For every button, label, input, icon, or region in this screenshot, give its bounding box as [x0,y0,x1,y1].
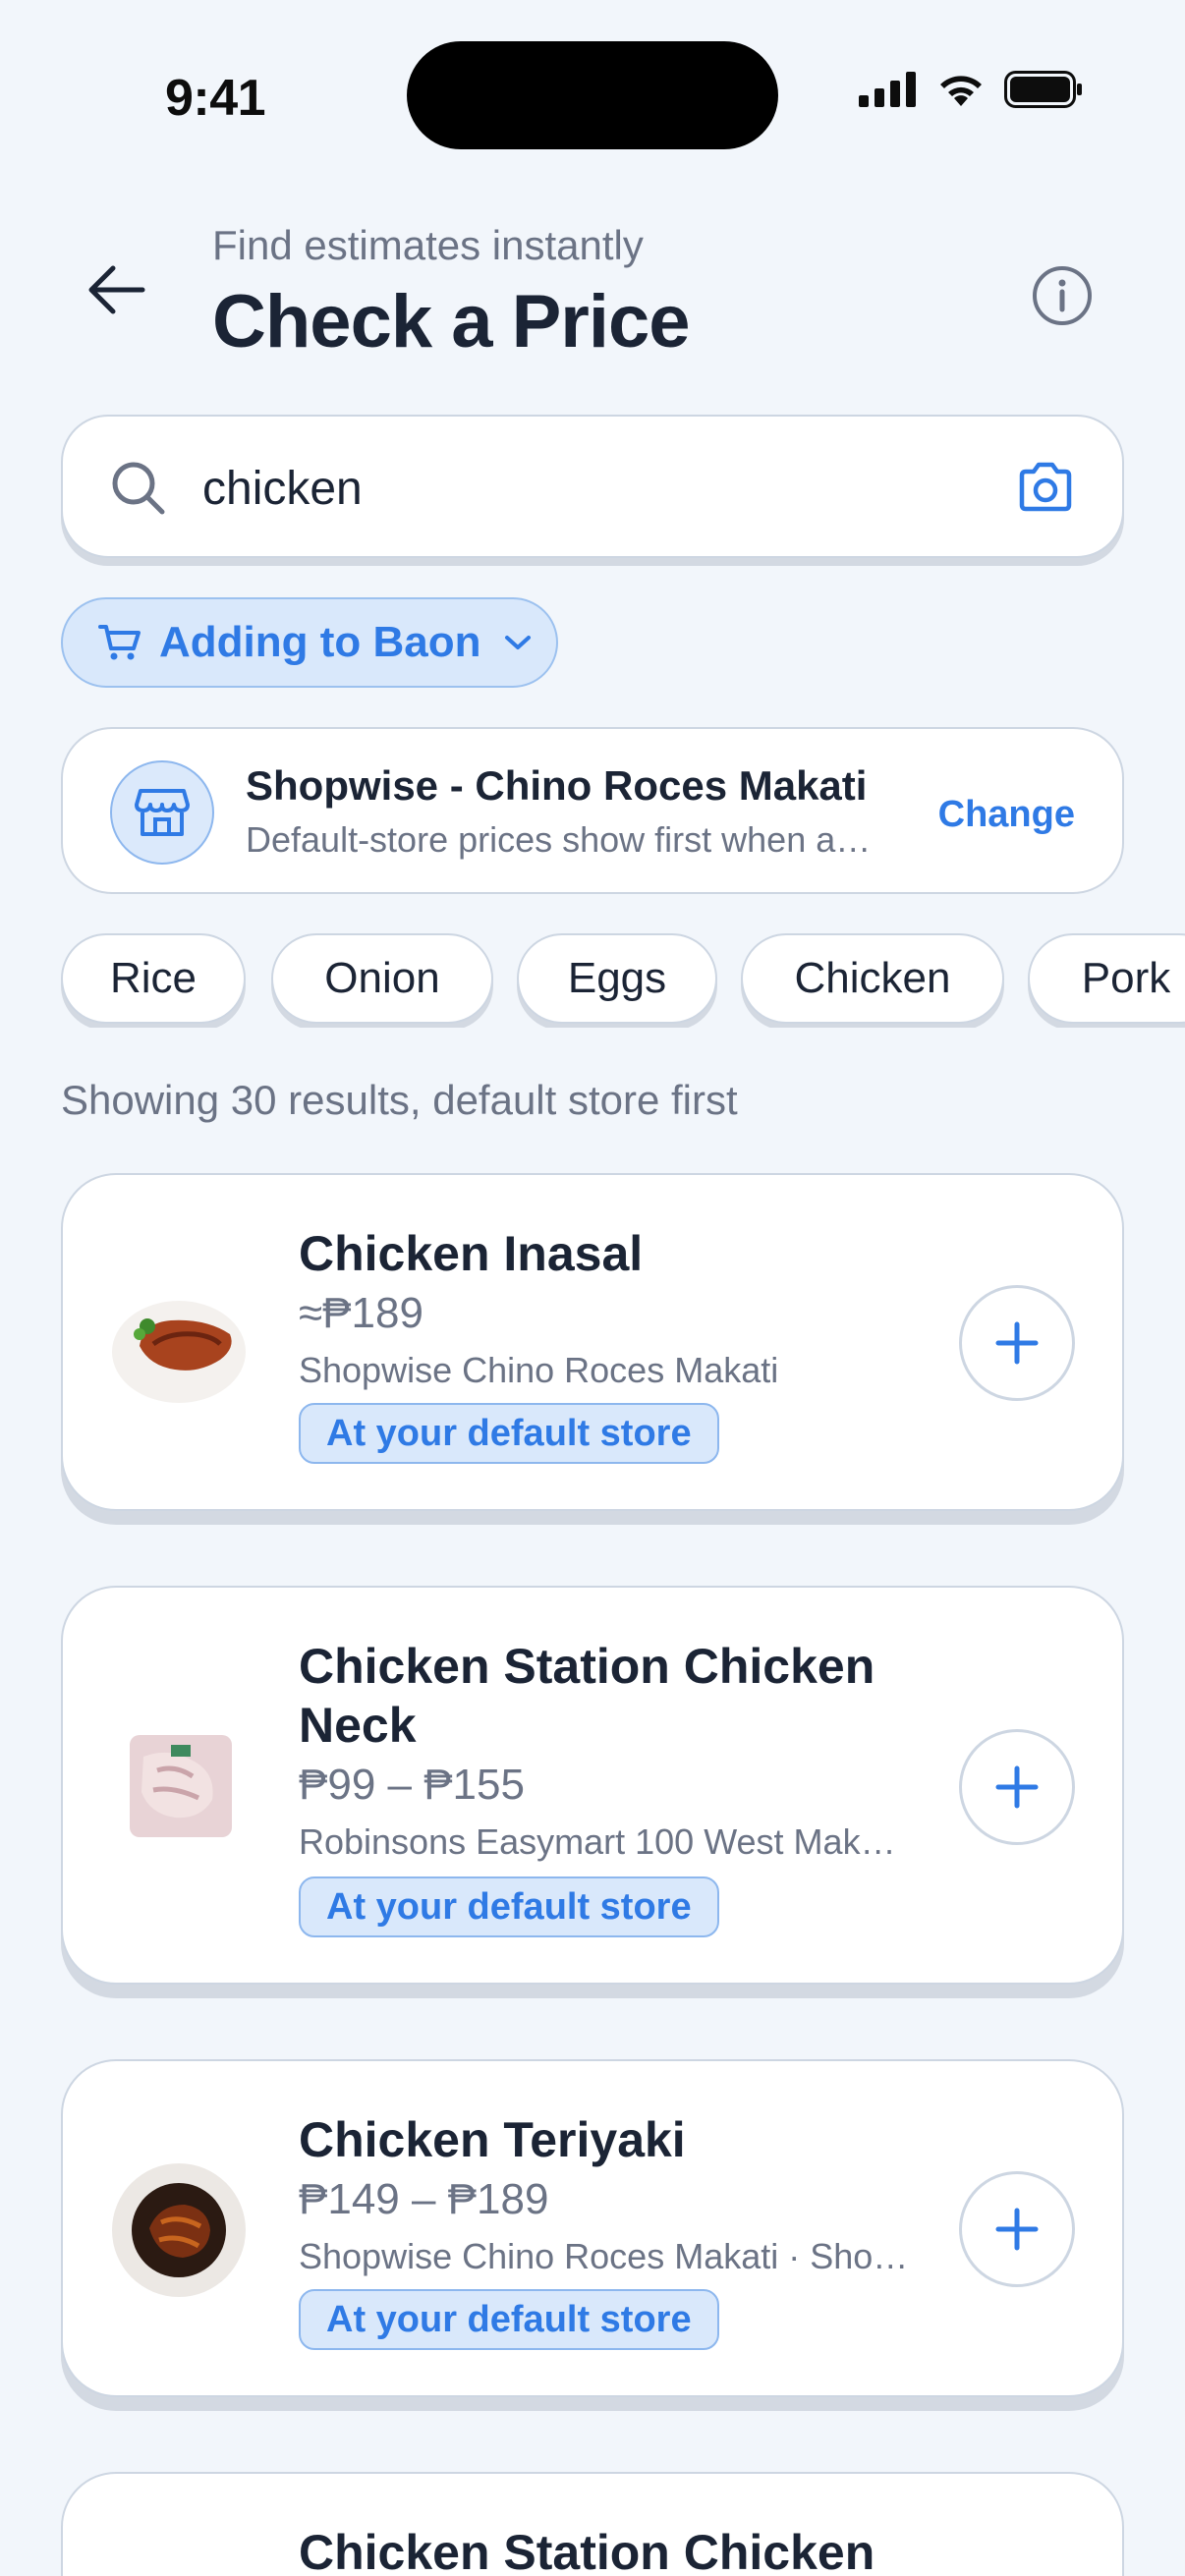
chevron-down-icon [504,636,531,649]
cellular-signal-icon [859,72,916,107]
chip-rice[interactable]: Rice [61,933,246,1024]
search-bar [61,415,1124,558]
product-name: Chicken Teriyaki [299,2112,686,2167]
product-image [130,1735,232,1837]
info-circle-icon [1033,266,1092,325]
plus-icon [995,1765,1039,1809]
store-icon [135,789,190,836]
default-store-badge: At your default store [299,1876,719,1937]
page-subtitle: Find estimates instantly [212,222,644,268]
dynamic-island [407,41,778,149]
default-store-card: Shopwise - Chino Roces Makati Default-st… [61,727,1124,894]
product-price: ₱99 – ₱155 [299,1761,525,1809]
plus-icon [995,1321,1039,1365]
result-card[interactable]: Chicken Inasal ≈₱189 Shopwise Chino Roce… [61,1173,1124,1511]
quick-search-chips: Rice Onion Eggs Chicken Pork [61,933,1185,1028]
chip-chicken[interactable]: Chicken [741,933,1004,1024]
default-store-badge: At your default store [299,1403,719,1464]
plus-icon [995,2208,1039,2251]
search-input[interactable] [202,446,1008,531]
add-item-button[interactable] [959,1285,1075,1401]
chip-onion[interactable]: Onion [271,933,493,1024]
chip-pork[interactable]: Pork [1028,933,1185,1024]
results-count: Showing 30 results, default store first [61,1077,738,1123]
status-time: 9:41 [165,70,266,127]
product-image [112,1301,246,1403]
result-card[interactable]: Chicken Station Chicken [61,2472,1124,2576]
result-card[interactable]: Chicken Teriyaki ₱149 – ₱189 Shopwise Ch… [61,2059,1124,2397]
wifi-icon [940,76,982,106]
arrow-left-icon [88,265,145,314]
product-store: Shopwise Chino Roces Makati · Sho… [299,2236,909,2276]
add-item-button[interactable] [959,2171,1075,2287]
result-card[interactable]: Chicken Station Chicken Neck ₱99 – ₱155 … [61,1586,1124,1985]
battery-icon [1004,71,1082,108]
product-name: Chicken Station Chicken Neck [299,1639,875,1753]
adding-to-list-selector[interactable]: Adding to Baon [61,597,558,688]
search-icon [112,462,165,515]
status-icons [859,71,1083,108]
product-store: Robinsons Easymart 100 West Mak… [299,1821,896,1862]
camera-icon[interactable] [1016,460,1075,515]
default-store-badge: At your default store [299,2289,719,2350]
store-name: Shopwise - Chino Roces Makati [246,762,868,809]
page-title: Check a Price [212,280,691,364]
store-note: Default-store prices show first when a… [246,819,872,860]
change-store-button[interactable]: Change [938,794,1075,836]
status-bar: 9:41 [0,0,1185,187]
add-item-button[interactable] [959,1729,1075,1845]
chip-eggs[interactable]: Eggs [517,933,717,1024]
product-store: Shopwise Chino Roces Makati [299,1350,779,1390]
adding-to-label: Adding to Baon [159,618,481,666]
store-avatar [110,760,214,865]
back-button[interactable] [81,253,153,326]
product-name: Chicken Inasal [299,1226,644,1281]
product-image [112,2163,246,2297]
product-price: ≈₱189 [299,1289,423,1337]
product-name: Chicken Station Chicken [299,2525,875,2576]
info-button[interactable] [1028,261,1097,330]
product-price: ₱149 – ₱189 [299,2175,549,2223]
cart-icon [98,625,141,660]
